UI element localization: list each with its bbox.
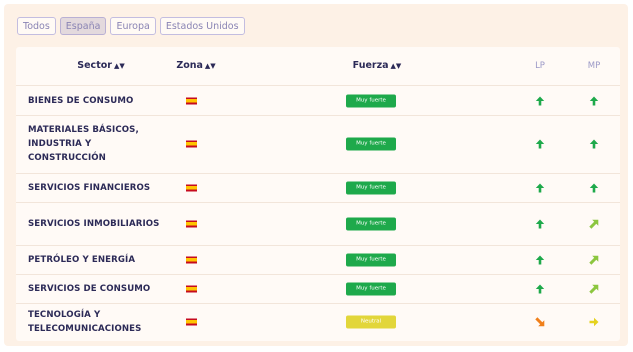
filter-chip-estados-unidos[interactable]: Estados Unidos — [159, 17, 245, 35]
header-zona-label: Zona — [176, 60, 203, 71]
spain-flag-icon — [186, 318, 197, 326]
arrow-up-icon — [535, 219, 545, 229]
header-zona[interactable]: Zona ▲▼ — [176, 47, 215, 85]
strength-badge: Neutral — [346, 315, 396, 329]
table-row[interactable]: SERVICIOS FINANCIEROS Muy fuerte — [16, 173, 620, 203]
arrow-up-icon — [589, 139, 599, 149]
strength-badge: Muy fuerte — [346, 94, 396, 107]
arrow-up-icon — [535, 284, 545, 294]
sector-name: TECNOLOGÍA Y TELECOMUNICACIONES — [28, 310, 142, 334]
table-row[interactable]: PETRÓLEO Y ENERGÍA Muy fuerte — [16, 245, 620, 275]
header-mp: MP — [587, 61, 601, 71]
sector-name: BIENES DE CONSUMO — [28, 95, 134, 106]
strength-badge: Muy fuerte — [346, 282, 396, 295]
strength-badge: Muy fuerte — [346, 137, 396, 151]
sector-name: PETRÓLEO Y ENERGÍA — [28, 254, 136, 265]
filter-chip-todos[interactable]: Todos — [17, 17, 56, 35]
arrow-up-icon — [589, 183, 599, 193]
spain-flag-icon — [186, 97, 197, 104]
table-header: Sector ▲▼ Zona ▲▼ Fuerza ▲▼ LP MP — [16, 47, 620, 86]
arrow-up-icon — [535, 96, 545, 106]
filter-chip-espana[interactable]: España — [59, 17, 107, 35]
header-sector-label: Sector — [77, 60, 112, 71]
arrow-up-right-icon — [589, 284, 599, 294]
table-row[interactable]: BIENES DE CONSUMO Muy fuerte — [16, 86, 620, 116]
arrow-up-icon — [589, 96, 599, 106]
header-fuerza[interactable]: Fuerza ▲▼ — [353, 47, 402, 85]
table-row[interactable]: MATERIALES BÁSICOS, INDUSTRIA Y CONSTRUC… — [16, 115, 620, 174]
arrow-up-icon — [535, 139, 545, 149]
arrow-up-icon — [535, 255, 545, 265]
arrow-up-right-icon — [589, 255, 599, 265]
arrow-down-right-icon — [535, 317, 545, 327]
sector-table: Sector ▲▼ Zona ▲▼ Fuerza ▲▼ LP MP BIENES DE… — [16, 47, 620, 341]
table-row[interactable]: TECNOLOGÍA Y TELECOMUNICACIONES Neutral — [16, 303, 620, 341]
table-row[interactable]: SERVICIOS DE CONSUMO Muy fuerte — [16, 274, 620, 304]
zone-filter-bar: Todos España Europa Estados Unidos — [17, 17, 245, 35]
filter-chip-europa[interactable]: Europa — [110, 17, 156, 35]
sector-name: MATERIALES BÁSICOS, INDUSTRIA Y CONSTRUC… — [28, 125, 139, 163]
sort-icon: ▲▼ — [390, 62, 402, 70]
strength-badge: Muy fuerte — [346, 181, 396, 194]
table-row[interactable]: SERVICIOS INMOBILIARIOS Muy fuerte — [16, 202, 620, 246]
spain-flag-icon — [186, 184, 197, 191]
spain-flag-icon — [186, 220, 197, 227]
spain-flag-icon — [186, 256, 197, 263]
sector-name: SERVICIOS INMOBILIARIOS — [28, 218, 160, 229]
sort-icon: ▲▼ — [204, 62, 216, 70]
screener-panel: Todos España Europa Estados Unidos Secto… — [4, 4, 628, 346]
spain-flag-icon — [186, 285, 197, 292]
arrow-right-icon — [589, 317, 599, 327]
arrow-up-icon — [535, 183, 545, 193]
header-lp: LP — [535, 61, 545, 71]
sector-name: SERVICIOS FINANCIEROS — [28, 182, 151, 193]
sector-name: SERVICIOS DE CONSUMO — [28, 283, 151, 294]
header-fuerza-label: Fuerza — [352, 60, 389, 71]
sort-icon: ▲▼ — [113, 62, 125, 70]
arrow-up-right-icon — [589, 219, 599, 229]
spain-flag-icon — [186, 140, 197, 148]
header-sector[interactable]: Sector ▲▼ — [77, 47, 124, 85]
strength-badge: Muy fuerte — [346, 217, 396, 230]
strength-badge: Muy fuerte — [346, 253, 396, 266]
